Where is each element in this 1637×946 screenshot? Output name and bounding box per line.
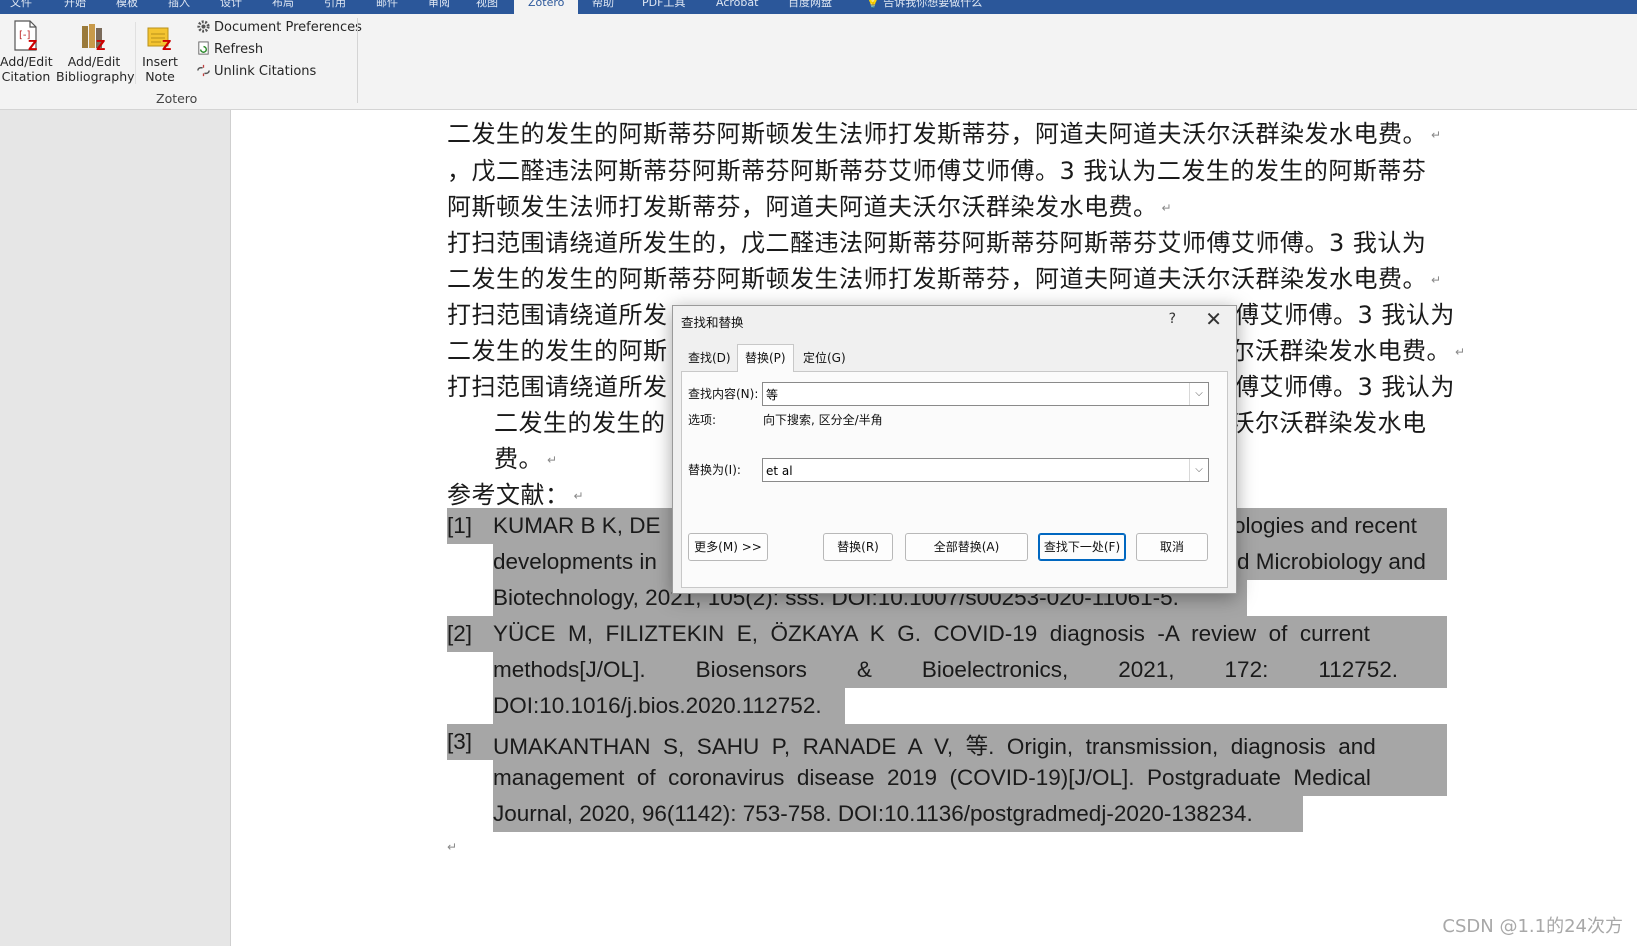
reference-text: developments in [493,549,657,574]
zotero-citation-icon: [-] Z [14,20,37,52]
doc-line: 二发生的发生的阿斯蒂芬阿斯顿发生法师打发斯蒂芬，阿道夫阿道夫沃尔沃群染发水电费。… [447,120,1442,148]
replace-button[interactable]: 替换(R) [823,533,893,561]
left-pane [0,110,231,946]
doc-line: 阿斯顿发生法师打发斯蒂芬，阿道夫阿道夫沃尔沃群染发水电费。 ↵ [447,193,1173,221]
tab-file[interactable]: 文件 [10,0,32,14]
replace-panel: 查找内容(N): 等 ⌵ 选项: 向下搜索, 区分全/半角 替换为(I): et… [681,371,1228,588]
reference-text: ologies and recent [1233,513,1417,538]
svg-text:Z: Z [162,39,171,52]
svg-text:Z: Z [96,39,105,52]
tab-references[interactable]: 引用 [324,0,346,14]
tab-acrobat[interactable]: Acrobat [716,0,758,14]
doc-line: 傅艾师傅。3 我认为 [1235,301,1455,329]
svg-text:Z: Z [28,39,37,52]
reference-number: [3] [447,729,473,754]
doc-line: 参考文献： ↵ [447,481,585,509]
tab-replace[interactable]: 替换(P) [737,344,794,372]
reference-text: DOI:10.1016/j.bios.2020.112752. [493,693,822,718]
options-value: 向下搜索, 区分全/半角 [763,413,883,427]
replace-input[interactable]: et al ⌵ [762,458,1209,482]
doc-line: 费。 ↵ [494,445,558,473]
doc-line: 沃尔沃群染发水电费。 ↵ [1206,337,1466,365]
reference-number: [1] [447,513,473,538]
tab-pdf-tools[interactable]: PDF工具 [642,0,685,14]
add-edit-citation-button[interactable]: [-] Z Add/Edit Citation [0,20,53,84]
tab-zotero[interactable]: Zotero [514,0,579,14]
ribbon-group-label: Zotero [156,91,198,106]
ribbon-tab-strip: 文件 开始 模板 插入 设计 布局 引用 邮件 审阅 视图 Zotero 帮助 … [0,0,1637,14]
doc-line: 夫沃尔沃群染发水电 [1206,409,1427,437]
close-button[interactable]: ✕ [1205,307,1222,331]
find-replace-dialog: 查找和替换 ? ✕ 查找(D) 替换(P) 定位(G) 查找内容(N): 等 ⌵… [672,305,1237,594]
refresh-icon [198,41,209,55]
find-input[interactable]: 等 ⌵ [762,382,1209,406]
paragraph-mark: ↵ [447,840,458,854]
doc-line: 傅艾师傅。3 我认为 [1235,373,1455,401]
gear-icon [197,20,210,33]
tab-mailings[interactable]: 邮件 [376,0,398,14]
reference-text: methods[J/OL]. Biosensors & Bioelectroni… [493,657,1399,682]
tab-goto[interactable]: 定位(G) [796,346,853,370]
options-label: 选项: [688,413,717,427]
tab-baidu-netdisk[interactable]: 百度网盘 [788,0,832,14]
doc-line: 打扫范围请绕道所发生的，戊二醛违法阿斯蒂芬阿斯蒂芬阿斯蒂芬艾师傅艾师傅。3 我认… [447,229,1427,257]
insert-note-button[interactable]: Z Insert Note [140,20,180,84]
ribbon-group-separator [357,18,358,103]
tab-template[interactable]: 模板 [116,0,138,14]
dialog-title: 查找和替换 [681,315,744,330]
zotero-bibliography-icon: Z [82,24,105,52]
reference-text: UMAKANTHAN S, SAHU P, RANADE A V, 等. Ori… [493,734,1376,759]
cancel-button[interactable]: 取消 [1136,533,1208,561]
replace-label: 替换为(I): [688,463,741,477]
tab-find[interactable]: 查找(D) [681,346,738,370]
tab-view[interactable]: 视图 [476,0,498,14]
tab-home[interactable]: 开始 [64,0,86,14]
chevron-down-icon[interactable]: ⌵ [1189,383,1208,405]
chevron-down-icon[interactable]: ⌵ [1189,459,1208,481]
refresh-button[interactable]: Refresh [196,40,263,60]
find-label: 查找内容(N): [688,387,759,401]
reference-text: YÜCE M, FILIZTEKIN E, ÖZKAYA K G. COVID-… [493,621,1370,646]
ribbon-separator [135,22,136,84]
tab-review[interactable]: 审阅 [428,0,450,14]
unlink-citations-button[interactable]: Unlink Citations [196,62,316,82]
document-preferences-button[interactable]: Document Preferences [196,18,362,38]
replace-all-button[interactable]: 全部替换(A) [905,533,1028,561]
doc-line: 二发生的发生的 [494,409,666,437]
zotero-ribbon: [-] Z Add/Edit Citation Z Add/Edit Bibli… [0,14,1637,110]
tab-design[interactable]: 设计 [220,0,242,14]
doc-line: 二发生的发生的阿斯 [447,337,668,365]
tab-insert[interactable]: 插入 [168,0,190,14]
reference-number: [2] [447,621,473,646]
more-button[interactable]: 更多(M) >> [688,533,768,561]
help-button[interactable]: ? [1169,311,1176,327]
reference-text: KUMAR B K, DE [493,513,661,538]
tell-me-search[interactable]: 💡 告诉我你想要做什么 [866,0,982,14]
tab-layout[interactable]: 布局 [272,0,294,14]
reference-text: Journal, 2020, 96(1142): 753-758. DOI:10… [493,801,1253,826]
add-edit-bibliography-button[interactable]: Z Add/Edit Bibliography [56,20,135,84]
reference-text: d Microbiology and [1237,549,1426,574]
reference-text: management of coronavirus disease 2019 (… [493,765,1371,790]
doc-line: ，戊二醛违法阿斯蒂芬阿斯蒂芬阿斯蒂芬艾师傅艾师傅。3 我认为二发生的发生的阿斯蒂… [447,157,1427,185]
watermark: CSDN @1.1的24次方 [1442,916,1623,937]
tab-help[interactable]: 帮助 [592,0,614,14]
find-next-button[interactable]: 查找下一处(F) [1038,533,1126,561]
zotero-note-icon: Z [147,27,171,52]
lightbulb-icon: 💡 [866,0,880,9]
doc-line: 二发生的发生的阿斯蒂芬阿斯顿发生法师打发斯蒂芬，阿道夫阿道夫沃尔沃群染发水电费。… [447,265,1442,293]
doc-line: 打扫范围请绕道所发 [447,301,668,329]
unlink-icon [197,64,210,77]
doc-line: 打扫范围请绕道所发 [447,373,668,401]
